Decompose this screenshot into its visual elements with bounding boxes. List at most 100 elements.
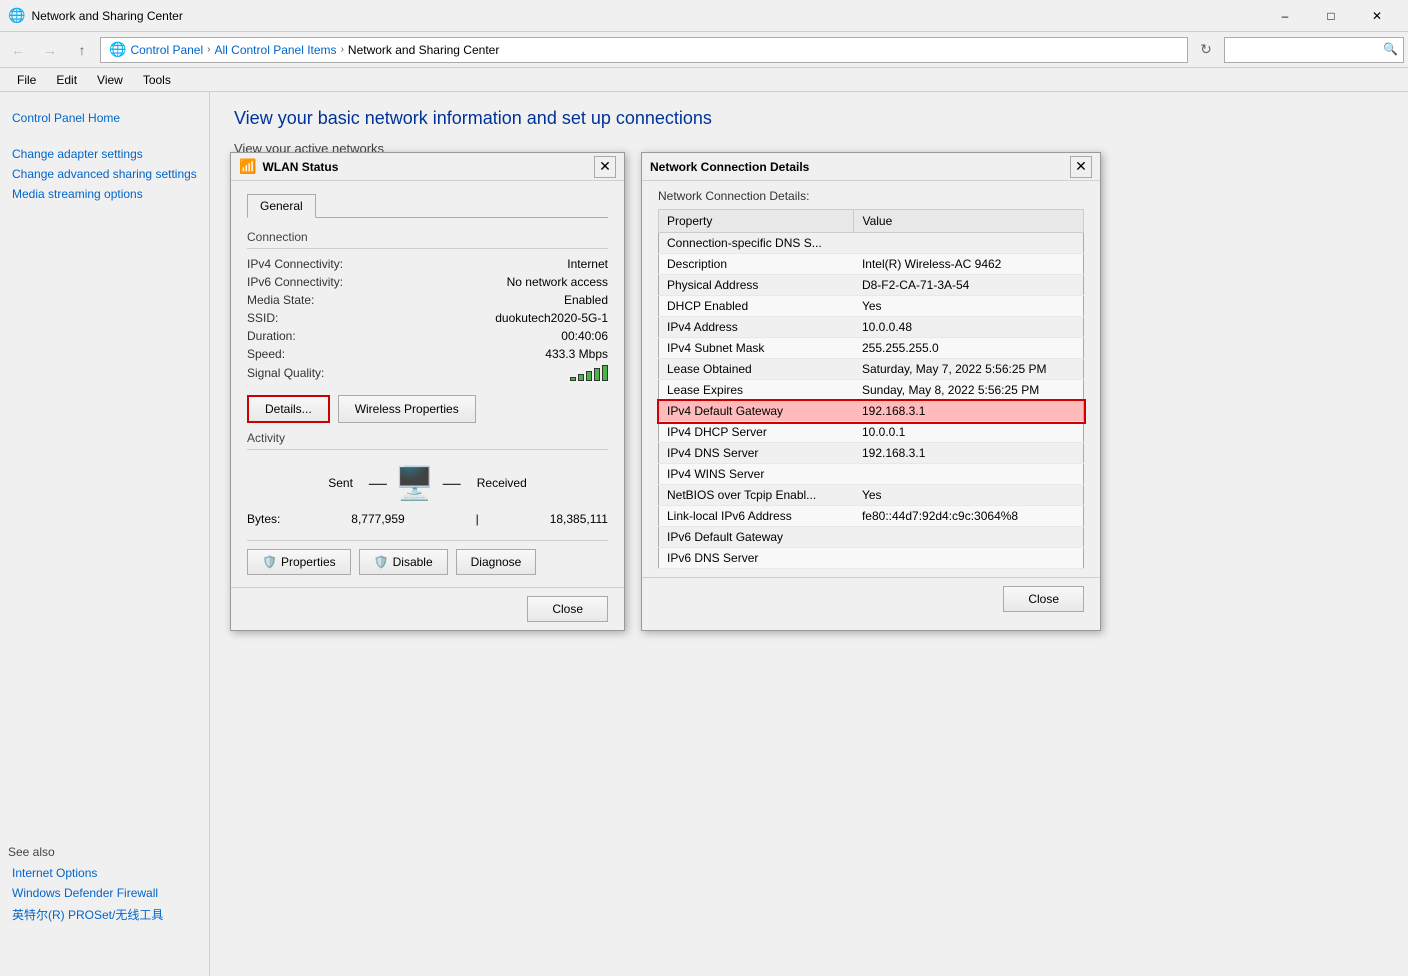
details-property-cell: Lease Obtained xyxy=(659,359,854,380)
title-bar-buttons: – □ ✕ xyxy=(1262,0,1400,32)
details-property-cell: IPv6 Default Gateway xyxy=(659,527,854,548)
wlan-status-dialog: 📶 WLAN Status ✕ General Connection IPv4 … xyxy=(230,152,625,631)
details-value-cell xyxy=(854,464,1084,485)
menu-file[interactable]: File xyxy=(8,70,45,90)
menu-view[interactable]: View xyxy=(88,70,132,90)
details-property-cell: IPv4 Address xyxy=(659,317,854,338)
menu-edit[interactable]: Edit xyxy=(47,70,86,90)
details-value-cell: Sunday, May 8, 2022 5:56:25 PM xyxy=(854,380,1084,401)
details-row: IPv4 DNS Server192.168.3.1 xyxy=(659,443,1084,464)
details-value-cell: 255.255.255.0 xyxy=(854,338,1084,359)
back-button[interactable]: ← xyxy=(4,36,32,64)
wlan-title-icon: 📶 xyxy=(239,158,256,175)
title-bar: 🌐 Network and Sharing Center – □ ✕ xyxy=(0,0,1408,32)
wlan-footer: Close xyxy=(231,587,624,630)
details-close-x-button[interactable]: ✕ xyxy=(1070,156,1092,178)
wlan-close-x-button[interactable]: ✕ xyxy=(594,156,616,178)
main-layout: Control Panel Home Change adapter settin… xyxy=(0,92,1408,976)
details-property-cell: IPv4 Subnet Mask xyxy=(659,338,854,359)
ssid-label: SSID: xyxy=(247,311,367,325)
address-path[interactable]: 🌐 Control Panel › All Control Panel Item… xyxy=(100,37,1188,63)
up-button[interactable]: ↑ xyxy=(68,36,96,64)
details-row: Connection-specific DNS S... xyxy=(659,233,1084,254)
bar-3 xyxy=(586,371,592,381)
properties-label: Properties xyxy=(281,555,336,569)
signal-quality-row: Signal Quality: xyxy=(247,363,608,383)
close-button[interactable]: ✕ xyxy=(1354,0,1400,32)
diagnose-button[interactable]: Diagnose xyxy=(456,549,537,575)
details-row: IPv6 Default Gateway xyxy=(659,527,1084,548)
details-button[interactable]: Details... xyxy=(247,395,330,423)
details-value-cell xyxy=(854,233,1084,254)
refresh-button[interactable]: ↻ xyxy=(1192,36,1220,64)
col-value: Value xyxy=(854,210,1084,233)
bar-2 xyxy=(578,374,584,381)
path-segment-2[interactable]: All Control Panel Items xyxy=(215,43,337,57)
properties-button[interactable]: 🛡️ Properties xyxy=(247,549,351,575)
title-bar-text: Network and Sharing Center xyxy=(31,9,1262,23)
details-row: Lease ExpiresSunday, May 8, 2022 5:56:25… xyxy=(659,380,1084,401)
wlan-title-bar: 📶 WLAN Status ✕ xyxy=(231,153,624,181)
details-row: IPv4 Subnet Mask255.255.255.0 xyxy=(659,338,1084,359)
duration-value: 00:40:06 xyxy=(561,329,608,343)
tab-general[interactable]: General xyxy=(247,194,316,218)
disable-label: Disable xyxy=(393,555,433,569)
sidebar-link-intel[interactable]: 英特尔(R) PROSet/无线工具 xyxy=(8,903,198,926)
sidebar-link-adapter[interactable]: Change adapter settings xyxy=(8,144,201,164)
sidebar-link-advanced[interactable]: Change advanced sharing settings xyxy=(8,164,201,184)
details-row: IPv6 DNS Server xyxy=(659,548,1084,569)
details-row: Link-local IPv6 Addressfe80::44d7:92d4:c… xyxy=(659,506,1084,527)
details-value-cell: 192.168.3.1 xyxy=(854,443,1084,464)
details-row: IPv4 DHCP Server10.0.0.1 xyxy=(659,422,1084,443)
details-footer: Close xyxy=(642,577,1100,620)
bar-4 xyxy=(594,368,600,381)
bytes-sent-value: 8,777,959 xyxy=(351,512,404,526)
signal-quality-label: Signal Quality: xyxy=(247,366,367,380)
shield-icon-properties: 🛡️ xyxy=(262,555,277,569)
details-row: DHCP EnabledYes xyxy=(659,296,1084,317)
details-value-cell: 10.0.0.1 xyxy=(854,422,1084,443)
wlan-close-button[interactable]: Close xyxy=(527,596,608,622)
dialog-container: 📶 WLAN Status ✕ General Connection IPv4 … xyxy=(230,152,1101,631)
activity-visual: — 🖥️ — xyxy=(369,464,461,502)
ipv6-connectivity-label: IPv6 Connectivity: xyxy=(247,275,367,289)
minimize-button[interactable]: – xyxy=(1262,0,1308,32)
wlan-content: General Connection IPv4 Connectivity: In… xyxy=(231,181,624,587)
arrow-right-icon: — xyxy=(369,473,387,494)
action-buttons: Details... Wireless Properties xyxy=(247,395,608,423)
menu-tools[interactable]: Tools xyxy=(134,70,180,90)
details-value-cell: 192.168.3.1 xyxy=(854,401,1084,422)
path-segment-1[interactable]: Control Panel xyxy=(130,43,203,57)
details-property-cell: Link-local IPv6 Address xyxy=(659,506,854,527)
details-property-cell: IPv4 DHCP Server xyxy=(659,422,854,443)
sidebar-nav: Control Panel Home xyxy=(8,108,201,128)
wireless-properties-button[interactable]: Wireless Properties xyxy=(338,395,476,423)
details-value-cell: D8-F2-CA-71-3A-54 xyxy=(854,275,1084,296)
details-close-button[interactable]: Close xyxy=(1003,586,1084,612)
details-table: Property Value Connection-specific DNS S… xyxy=(658,209,1084,569)
see-also-title: See also xyxy=(8,845,198,859)
details-row: IPv4 Default Gateway192.168.3.1 xyxy=(659,401,1084,422)
details-value-cell: 10.0.0.48 xyxy=(854,317,1084,338)
search-input[interactable] xyxy=(1224,37,1404,63)
sidebar-link-firewall[interactable]: Windows Defender Firewall xyxy=(8,883,198,903)
maximize-button[interactable]: □ xyxy=(1308,0,1354,32)
diagnose-label: Diagnose xyxy=(471,555,522,569)
details-table-container: Network Connection Details: Property Val… xyxy=(642,181,1100,577)
connection-section: Connection IPv4 Connectivity: Internet I… xyxy=(247,230,608,383)
details-title-bar: Network Connection Details ✕ xyxy=(642,153,1100,181)
sidebar-link-home[interactable]: Control Panel Home xyxy=(8,108,201,128)
sidebar-link-internet-options[interactable]: Internet Options xyxy=(8,863,198,883)
bar-5 xyxy=(602,365,608,381)
ipv6-connectivity-value: No network access xyxy=(507,275,608,289)
ipv4-connectivity-label: IPv4 Connectivity: xyxy=(247,257,367,271)
forward-button[interactable]: → xyxy=(36,36,64,64)
details-value-cell xyxy=(854,548,1084,569)
sidebar-link-media[interactable]: Media streaming options xyxy=(8,184,201,204)
disable-button[interactable]: 🛡️ Disable xyxy=(359,549,448,575)
network-computer-icon: 🖥️ xyxy=(395,464,435,502)
details-property-cell: DHCP Enabled xyxy=(659,296,854,317)
details-property-cell: Description xyxy=(659,254,854,275)
arrow-left-icon: — xyxy=(443,473,461,494)
connection-section-title: Connection xyxy=(247,230,608,249)
